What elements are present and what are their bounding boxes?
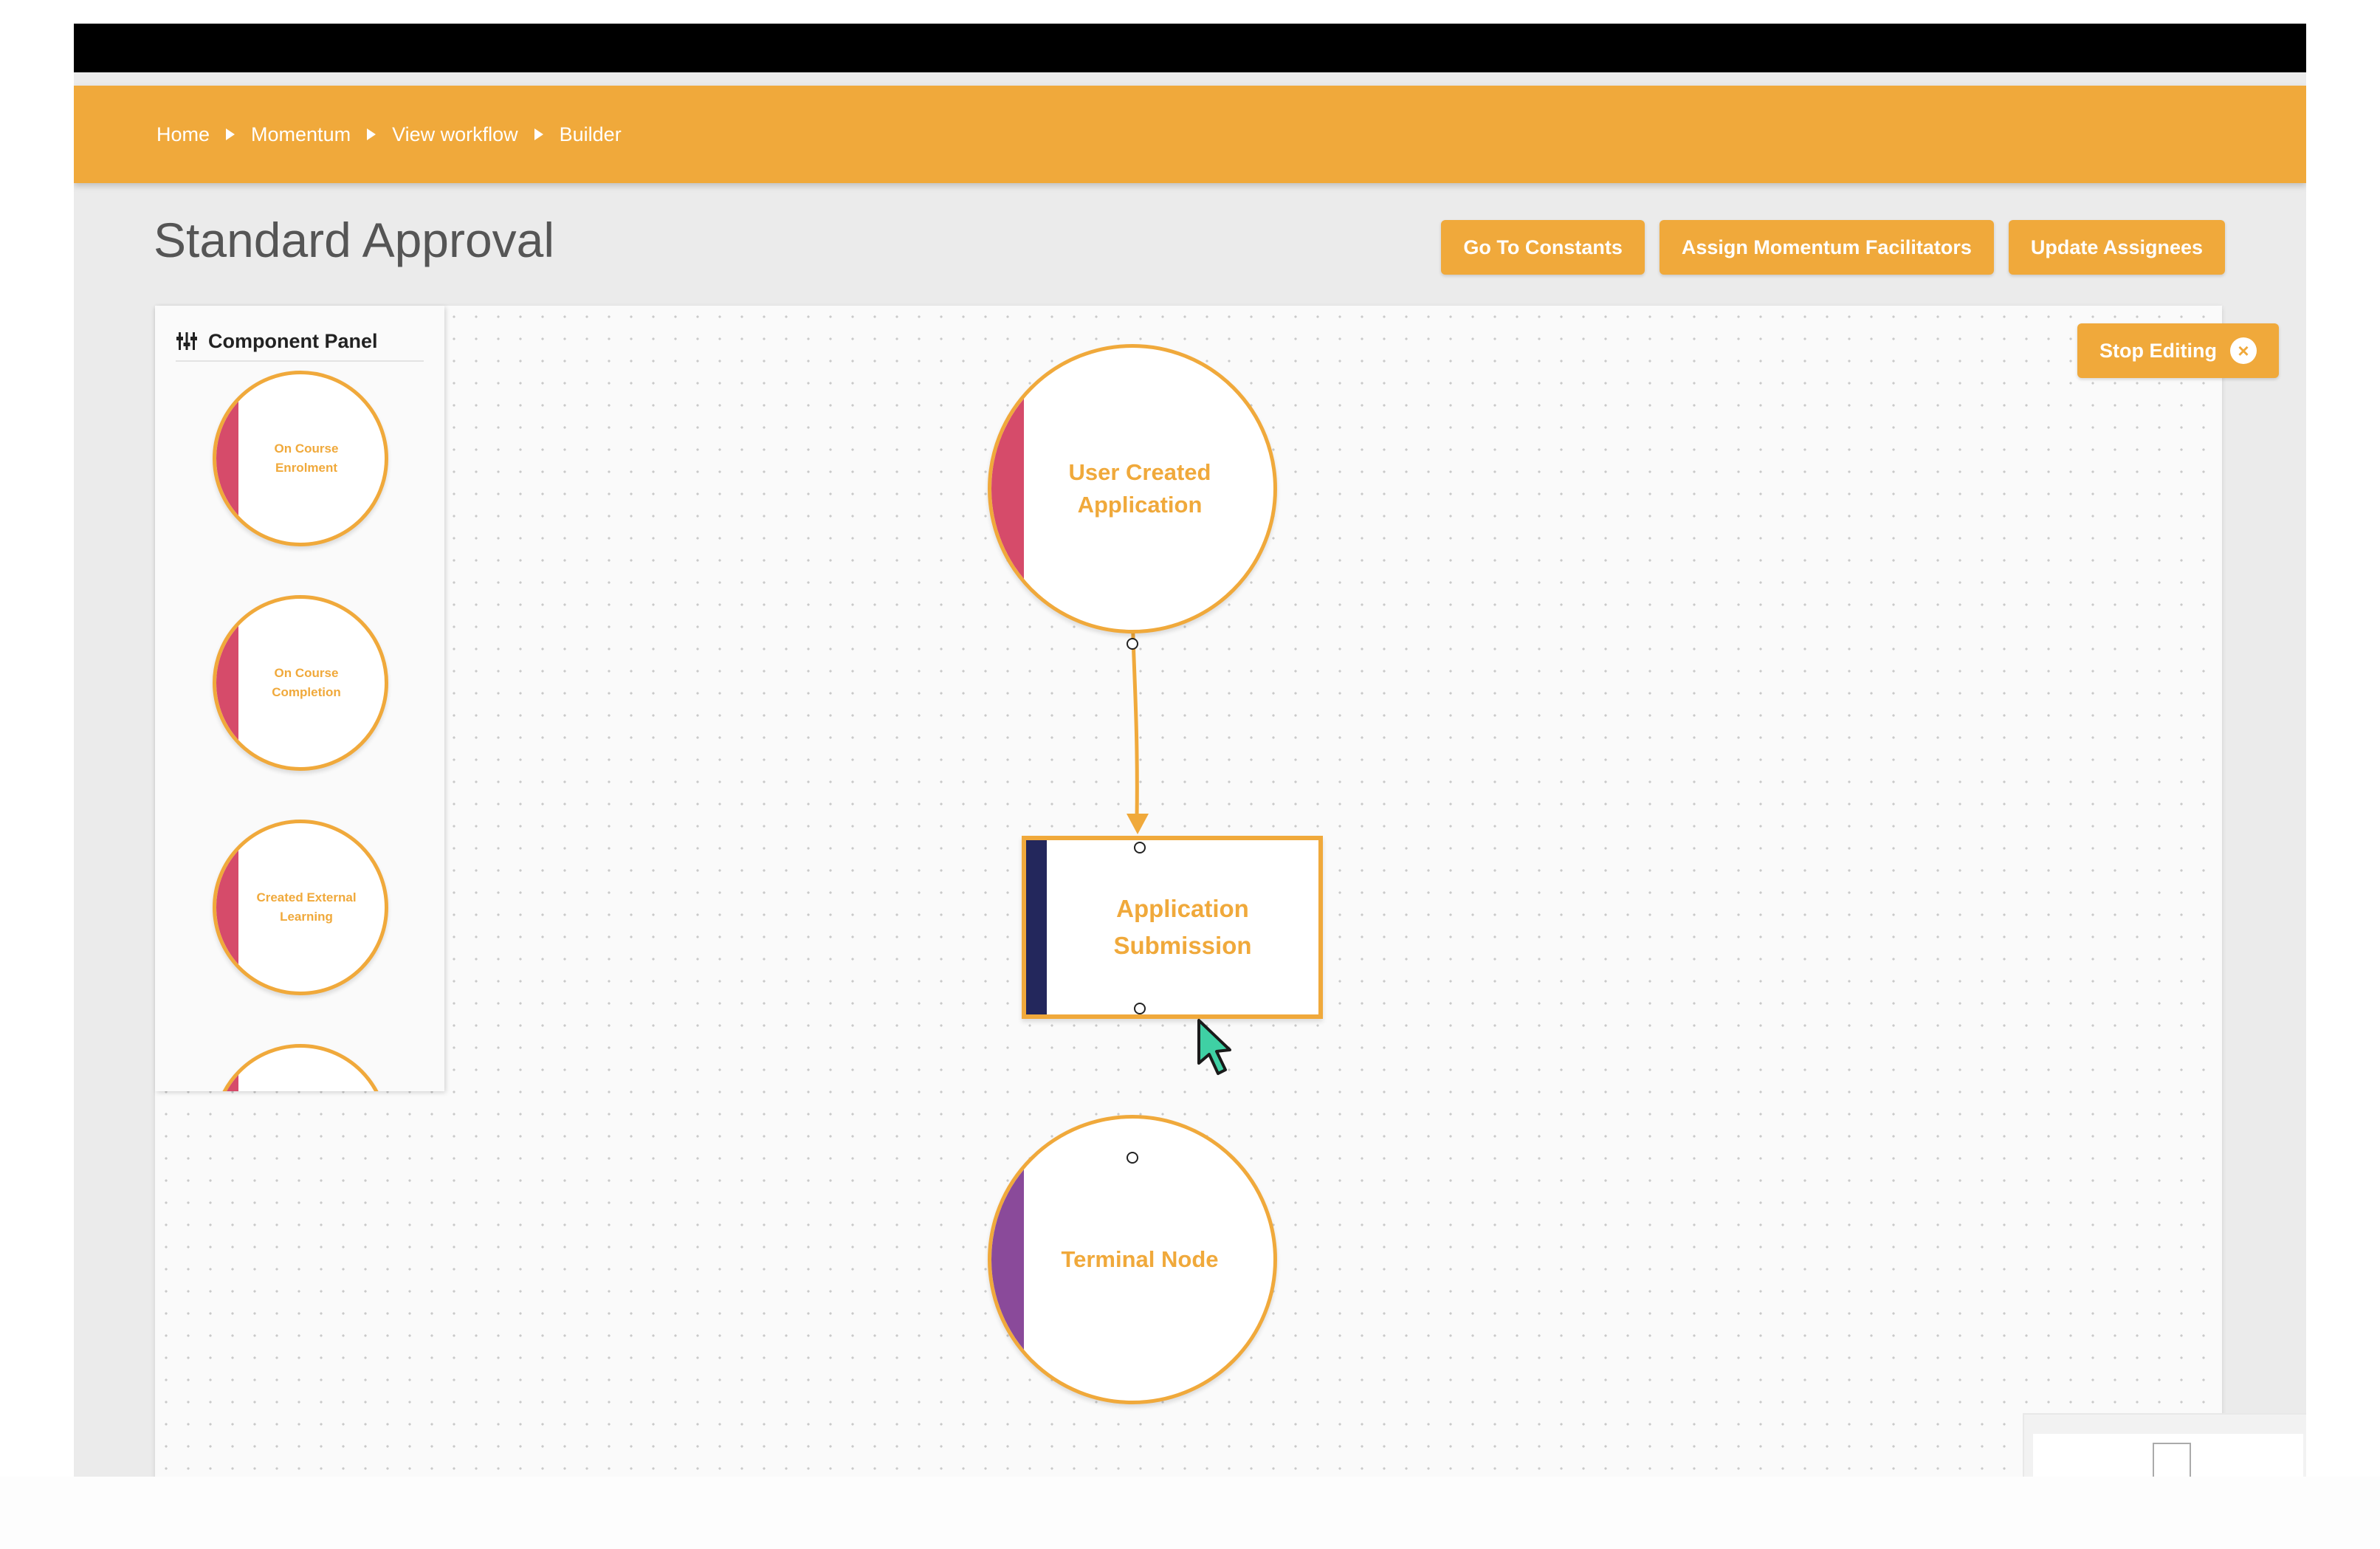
- go-to-constants-button[interactable]: Go To Constants: [1441, 220, 1645, 275]
- panel-component-on-course-completion[interactable]: On Course Completion: [213, 595, 388, 771]
- breadcrumb-separator-icon: [534, 128, 543, 140]
- node-input-port[interactable]: [1127, 1152, 1138, 1164]
- edge-arrowhead-icon: [1127, 814, 1149, 834]
- minimap-node: [2153, 1443, 2191, 1477]
- page-title: Standard Approval: [154, 213, 555, 267]
- stop-editing-button[interactable]: Stop Editing ×: [2077, 323, 2279, 378]
- update-assignees-button[interactable]: Update Assignees: [2008, 220, 2225, 275]
- node-output-port[interactable]: [1134, 1003, 1146, 1014]
- navigation-bar: Home Momentum View workflow Builder: [74, 86, 2306, 183]
- breadcrumb-builder[interactable]: Builder: [560, 123, 622, 146]
- panel-component-created-external-learning[interactable]: Created External Learning: [213, 820, 388, 995]
- breadcrumb-separator-icon: [367, 128, 376, 140]
- panel-component-label: Created External Learning: [256, 890, 357, 924]
- node-accent-bar: [1026, 840, 1047, 1014]
- breadcrumb: Home Momentum View workflow Builder: [157, 86, 622, 183]
- app-window: Home Momentum View workflow Builder Stan…: [74, 24, 2306, 1477]
- close-circle-icon: ×: [2229, 337, 2257, 364]
- top-black-bar: [74, 24, 2306, 72]
- mouse-cursor-icon: [1197, 1019, 1231, 1075]
- workflow-canvas[interactable]: Component Panel On Course Enrolment On C…: [155, 306, 2306, 1477]
- sliders-icon: [176, 332, 197, 350]
- minimap-viewport: [2033, 1434, 2303, 1477]
- minimap[interactable]: [2023, 1413, 2306, 1477]
- stop-editing-label: Stop Editing: [2099, 339, 2217, 362]
- breadcrumb-home[interactable]: Home: [157, 123, 210, 146]
- node-user-created-application[interactable]: User Created Application: [988, 344, 1277, 633]
- node-label: Application Submission: [1113, 895, 1252, 959]
- panel-component-label: On Course Enrolment: [274, 442, 339, 475]
- component-panel-title: Component Panel: [208, 329, 378, 352]
- panel-component-label: On Course Completion: [272, 666, 341, 699]
- panel-component-partial[interactable]: [213, 1044, 388, 1091]
- component-panel-header: Component Panel: [176, 322, 424, 362]
- node-output-port[interactable]: [1127, 638, 1138, 650]
- breadcrumb-momentum[interactable]: Momentum: [251, 123, 351, 146]
- header-actions: Go To Constants Assign Momentum Facilita…: [1441, 220, 2225, 275]
- node-accent-bar: [216, 1048, 238, 1091]
- assign-facilitators-button[interactable]: Assign Momentum Facilitators: [1659, 220, 1994, 275]
- panel-component-on-course-enrolment[interactable]: On Course Enrolment: [213, 371, 388, 546]
- bottom-whitespace: [0, 1477, 2380, 1549]
- node-input-port[interactable]: [1134, 842, 1146, 854]
- component-panel: Component Panel On Course Enrolment On C…: [155, 306, 444, 1091]
- edge-user-created-to-submission[interactable]: [1130, 600, 1139, 820]
- breadcrumb-separator-icon: [226, 128, 235, 140]
- breadcrumb-view-workflow[interactable]: View workflow: [392, 123, 518, 146]
- node-label: User Created Application: [1068, 459, 1211, 518]
- node-application-submission[interactable]: Application Submission: [1022, 836, 1323, 1019]
- node-label: Terminal Node: [1061, 1246, 1219, 1272]
